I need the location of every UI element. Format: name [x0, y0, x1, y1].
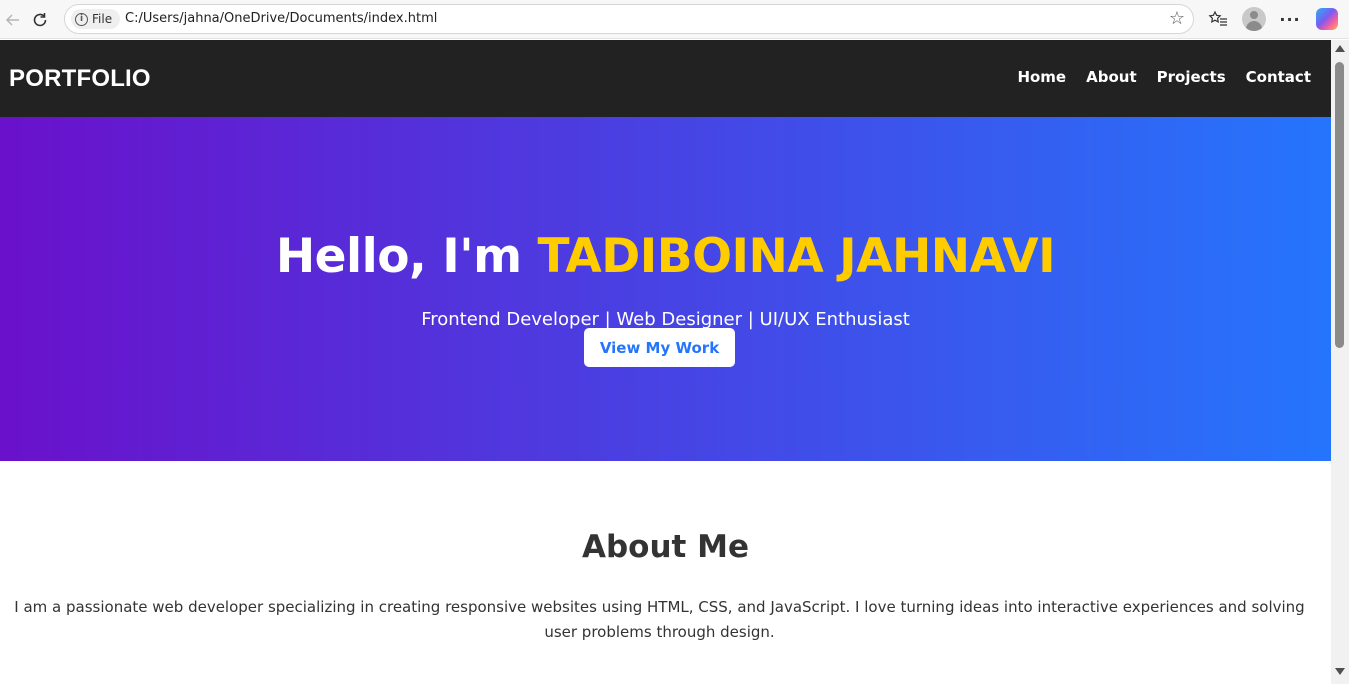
hero-subtitle: Frontend Developer | Web Designer | UI/U… [421, 309, 910, 330]
more-options-icon[interactable]: ··· [1279, 8, 1301, 30]
about-text: I am a passionate web developer speciali… [14, 598, 1305, 641]
about-title: About Me [581, 529, 750, 565]
nav-link-contact[interactable]: Contact [1246, 68, 1311, 86]
favorites-icon[interactable] [1207, 8, 1229, 30]
nav-link-home[interactable]: Home [1017, 68, 1066, 86]
site-navbar: PORTFOLIO Home About Projects Contact [0, 40, 1331, 117]
profile-avatar-icon[interactable] [1242, 7, 1266, 31]
favorite-star-icon[interactable]: ☆ [1169, 9, 1185, 29]
site-info-chip[interactable]: i File [71, 9, 121, 29]
view-my-work-button[interactable]: View My Work [584, 328, 735, 367]
page-viewport: PORTFOLIO Home About Projects Contact He… [0, 40, 1331, 684]
copilot-icon[interactable] [1316, 8, 1338, 30]
address-bar[interactable]: i File C:/Users/jahna/OneDrive/Documents… [64, 4, 1194, 34]
scroll-thumb[interactable] [1335, 62, 1344, 348]
hero-title: Hello, I'm TADIBOINA JAHNAVI [0, 229, 1331, 284]
nav-link-projects[interactable]: Projects [1157, 68, 1226, 86]
reload-icon[interactable] [27, 7, 53, 33]
page-scrollbar[interactable] [1331, 40, 1349, 684]
hero-section: Hello, I'm TADIBOINA JAHNAVI Frontend De… [0, 117, 1331, 461]
browser-toolbar: i File C:/Users/jahna/OneDrive/Documents… [0, 0, 1349, 39]
scroll-down-icon[interactable] [1335, 668, 1345, 675]
hero-name: TADIBOINA JAHNAVI [537, 229, 1056, 284]
url-text[interactable]: C:/Users/jahna/OneDrive/Documents/index.… [125, 11, 437, 26]
nav-link-about[interactable]: About [1086, 68, 1137, 86]
hero-greeting: Hello, I'm [275, 229, 538, 284]
site-logo[interactable]: PORTFOLIO [9, 65, 151, 93]
nav-links: Home About Projects Contact [1017, 68, 1311, 86]
back-arrow-icon[interactable] [0, 7, 26, 33]
file-label: File [92, 12, 113, 26]
info-icon: i [75, 12, 88, 26]
scroll-up-icon[interactable] [1335, 45, 1345, 52]
